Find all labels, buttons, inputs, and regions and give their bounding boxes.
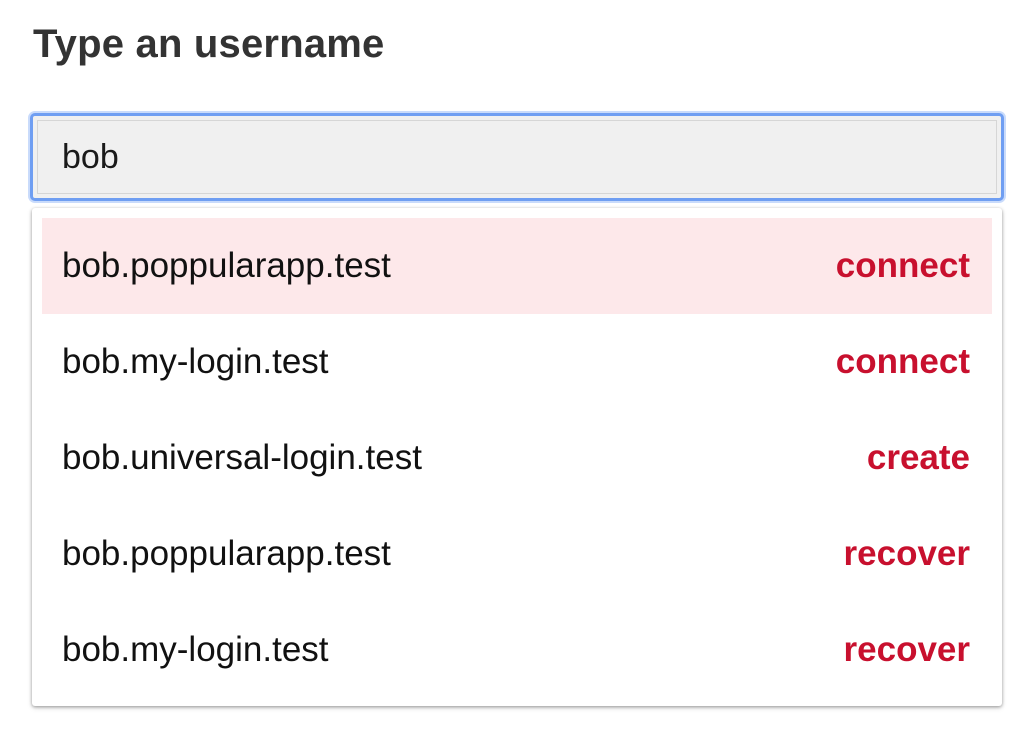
- suggestion-username: bob.my-login.test: [62, 342, 329, 381]
- username-input[interactable]: [37, 120, 997, 194]
- suggestion-item[interactable]: bob.my-login.test connect: [42, 314, 992, 410]
- suggestion-username: bob.poppularapp.test: [62, 534, 391, 573]
- suggestion-item[interactable]: bob.universal-login.test create: [42, 410, 992, 506]
- suggestions-dropdown: bob.poppularapp.test connect bob.my-logi…: [32, 208, 1002, 706]
- suggestion-username: bob.universal-login.test: [62, 438, 422, 477]
- suggestion-action[interactable]: recover: [844, 534, 970, 574]
- suggestion-item[interactable]: bob.poppularapp.test connect: [42, 218, 992, 314]
- suggestion-action[interactable]: connect: [836, 342, 970, 382]
- suggestion-item[interactable]: bob.my-login.test recover: [42, 602, 992, 698]
- suggestion-item[interactable]: bob.poppularapp.test recover: [42, 506, 992, 602]
- suggestion-action[interactable]: create: [867, 438, 970, 478]
- suggestion-username: bob.my-login.test: [62, 630, 329, 669]
- suggestion-action[interactable]: connect: [836, 246, 970, 286]
- suggestion-action[interactable]: recover: [844, 630, 970, 670]
- page-title: Type an username: [33, 22, 385, 66]
- suggestion-username: bob.poppularapp.test: [62, 246, 391, 285]
- username-input-focus-ring: [30, 113, 1004, 201]
